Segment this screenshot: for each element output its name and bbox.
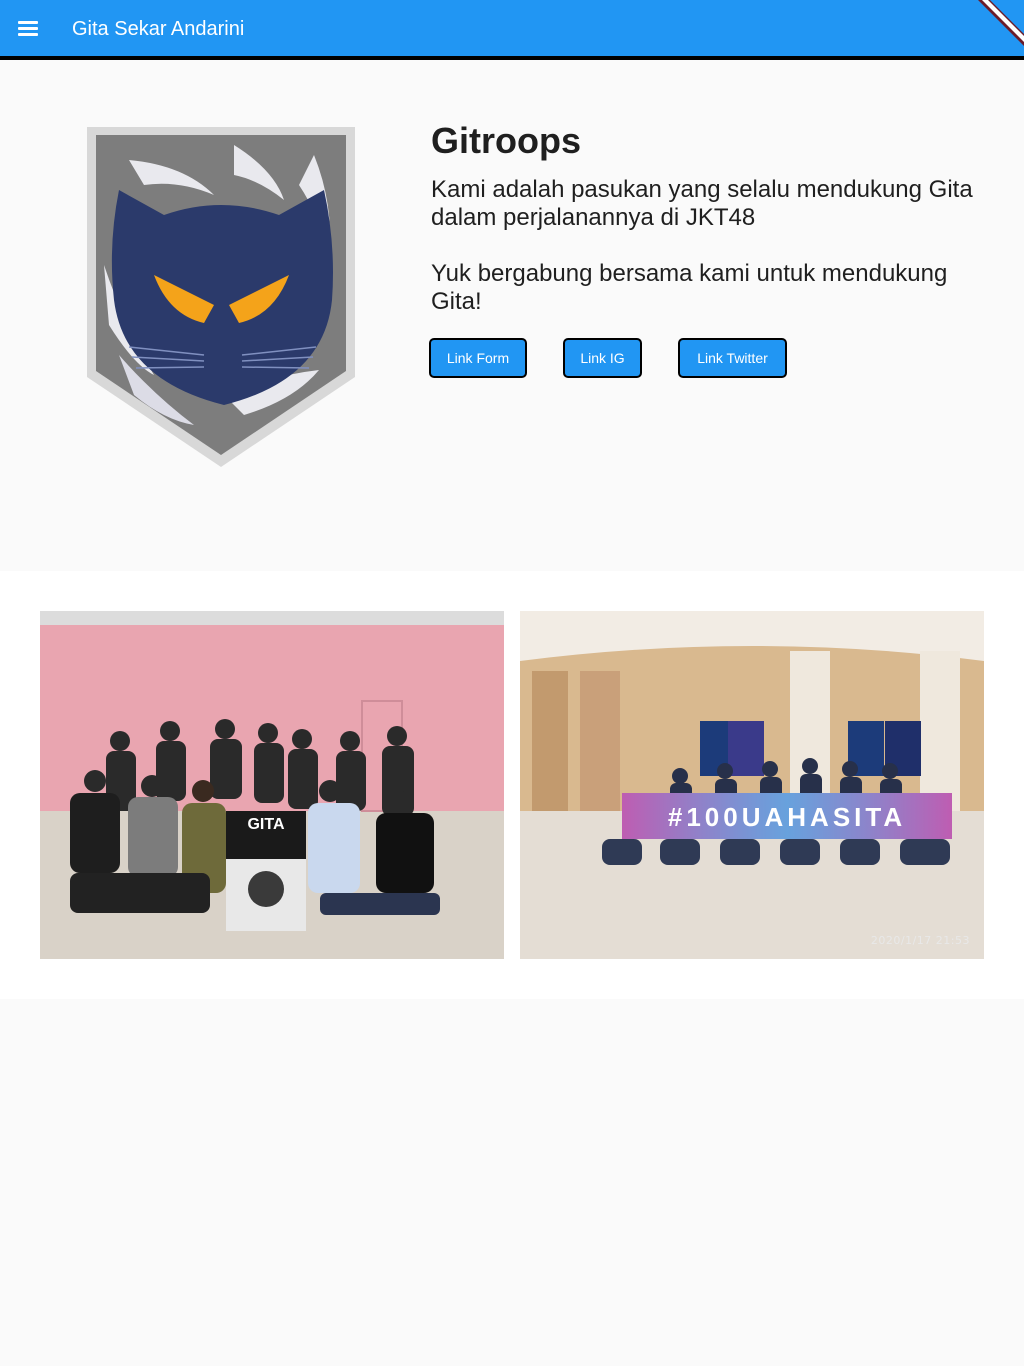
app-bar: Gita Sekar Andarini <box>0 0 1024 56</box>
banner-text: #100UAHASITA <box>668 802 906 832</box>
group-photo-pink-wall: GITA <box>40 611 504 959</box>
gita-sign-text: GITA <box>247 816 284 833</box>
menu-icon[interactable] <box>16 16 40 40</box>
cat-shield-logo <box>84 125 358 470</box>
debug-banner <box>964 0 1024 56</box>
link-ig-button[interactable]: Link IG <box>563 338 642 378</box>
page-title: Gitroops <box>431 120 581 161</box>
app-bar-title: Gita Sekar Andarini <box>72 18 245 40</box>
hero-description: Kami adalah pasukan yang selalu mendukun… <box>431 176 973 231</box>
photo-gallery: GITA #100UAHASITA 2020/1/17 21:53 <box>0 571 1024 999</box>
hero-info: Gitroops Kami adalah pasukan yang selalu… <box>431 120 991 316</box>
photo-timestamp: 2020/1/17 21:53 <box>870 934 970 947</box>
link-form-button[interactable]: Link Form <box>429 338 527 378</box>
hero-join-text: Yuk bergabung bersama kami untuk menduku… <box>431 260 948 315</box>
link-twitter-button[interactable]: Link Twitter <box>678 338 787 378</box>
group-photo-theater: #100UAHASITA 2020/1/17 21:53 <box>520 611 984 959</box>
